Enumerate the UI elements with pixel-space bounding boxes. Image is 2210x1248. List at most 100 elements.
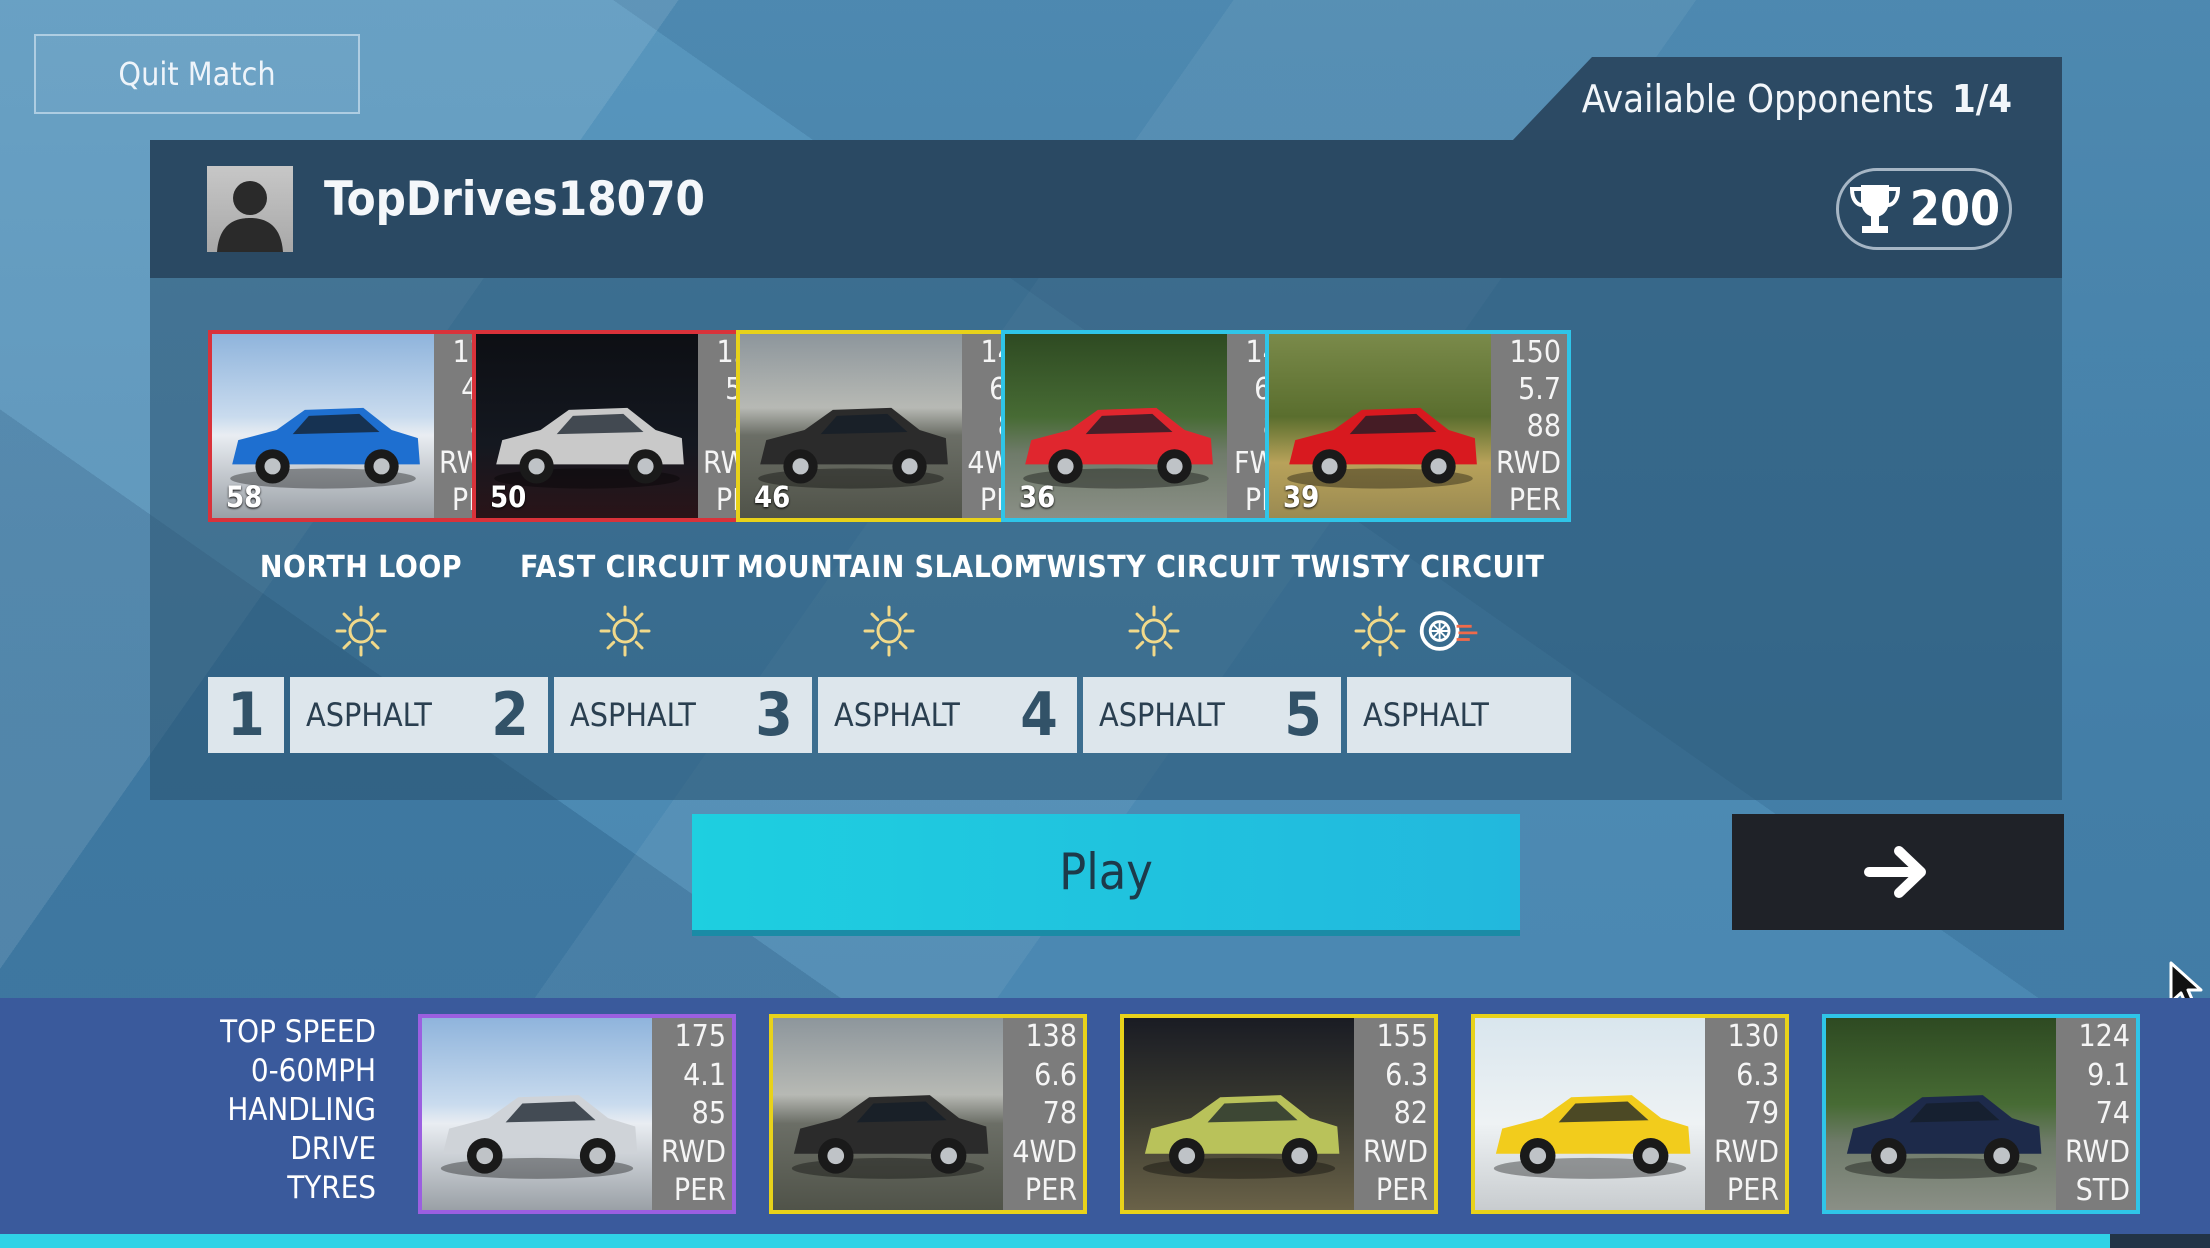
trophy-count: 200 bbox=[1909, 181, 2001, 237]
available-opponents-tab: Available Opponents 1/4 bbox=[1512, 57, 2062, 141]
trophy-badge: 200 bbox=[1836, 168, 2012, 250]
car-card[interactable]: 1426.1814WDPER46 bbox=[736, 330, 1042, 522]
sun-icon bbox=[863, 605, 915, 657]
hand-card-slot: 155 6.3 82 RWD PER bbox=[1120, 1014, 1438, 1214]
car-card[interactable]: 138 6.6 78 4WD PER bbox=[769, 1014, 1087, 1214]
race-number: 3 bbox=[736, 677, 812, 753]
car-stat: 124 bbox=[2078, 1019, 2130, 1054]
sun-icon bbox=[1354, 605, 1406, 657]
car-stats: 124 9.1 74 RWD STD bbox=[2056, 1018, 2136, 1210]
tyre-icon bbox=[1419, 611, 1478, 651]
car-image bbox=[773, 1018, 1003, 1210]
track-name: TWISTY CIRCUIT bbox=[1027, 550, 1281, 585]
car-card[interactable]: 124 9.1 74 RWD STD bbox=[1822, 1014, 2140, 1214]
track-name: NORTH LOOP bbox=[259, 550, 463, 585]
car-stat: 5.7 bbox=[1518, 372, 1561, 407]
car-stats: 175 4.1 85 RWD PER bbox=[652, 1018, 732, 1210]
next-button[interactable] bbox=[1732, 814, 2064, 930]
car-silhouette bbox=[1493, 1095, 1691, 1179]
car-image bbox=[422, 1018, 652, 1210]
sun-icon bbox=[1128, 605, 1180, 657]
hand-card-slot: 124 9.1 74 RWD STD bbox=[1822, 1014, 2140, 1214]
legend-handling: HANDLING bbox=[227, 1092, 376, 1128]
car-stat: 74 bbox=[2095, 1096, 2130, 1131]
legend-0-60: 0-60MPH bbox=[250, 1053, 376, 1089]
car-silhouette bbox=[1142, 1095, 1340, 1179]
car-silhouette bbox=[440, 1095, 638, 1179]
car-stat: 130 bbox=[1727, 1019, 1779, 1054]
race-surface: 1 ASPHALT bbox=[208, 677, 514, 753]
car-stats: 155 6.3 82 RWD PER bbox=[1354, 1018, 1434, 1210]
hand-progress-strip bbox=[0, 1234, 2110, 1248]
car-stat: PER bbox=[1726, 1173, 1779, 1208]
car-stat: 138 bbox=[1025, 1019, 1077, 1054]
car-rq: 46 bbox=[754, 480, 791, 514]
car-card[interactable]: 175 4.1 85 RWD PER bbox=[418, 1014, 736, 1214]
car-stat: RWD bbox=[660, 1134, 726, 1170]
car-card[interactable]: 155 6.3 82 RWD PER bbox=[1120, 1014, 1438, 1214]
available-opponents-label: Available Opponents bbox=[1581, 77, 1934, 121]
car-stats: 130 6.3 79 RWD PER bbox=[1705, 1018, 1785, 1210]
race-conditions bbox=[1265, 599, 1571, 663]
car-stat: PER bbox=[673, 1173, 726, 1208]
car-card[interactable]: 1734.286RWDPER58 bbox=[208, 330, 514, 522]
arrow-right-icon bbox=[1864, 846, 1926, 898]
available-opponents-count: 1/4 bbox=[1951, 77, 2012, 121]
car-stat: RWD bbox=[1713, 1134, 1779, 1170]
car-stat: 4WD bbox=[1012, 1134, 1077, 1170]
race-surface: 2 ASPHALT bbox=[472, 677, 778, 753]
hand-card-slot: 130 6.3 79 RWD PER bbox=[1471, 1014, 1789, 1214]
track-name: MOUNTAIN SLALOM bbox=[736, 550, 1042, 585]
car-stat: 175 bbox=[674, 1019, 726, 1054]
car-image bbox=[1826, 1018, 2056, 1210]
race-slot: 1734.286RWDPER58 NORTH LOOP 1ASPHALT bbox=[208, 330, 514, 753]
car-image bbox=[1124, 1018, 1354, 1210]
car-stats: 150 5.7 88 RWD PER bbox=[1491, 334, 1567, 518]
car-stat: 155 bbox=[1376, 1019, 1428, 1054]
car-stat: RWD bbox=[1362, 1134, 1428, 1170]
race-number: 5 bbox=[1265, 677, 1341, 753]
race-number: 2 bbox=[472, 677, 548, 753]
play-button[interactable]: Play bbox=[692, 814, 1520, 930]
race-slot: 150 5.7 88 RWD PER 39 TWISTY CIRCUIT 5 ASPHALT bbox=[1265, 330, 1571, 753]
race-conditions bbox=[472, 599, 778, 663]
sun-icon bbox=[335, 605, 387, 657]
car-stat: PER bbox=[1375, 1173, 1428, 1208]
car-card[interactable]: 150 5.7 88 RWD PER 39 bbox=[1265, 330, 1571, 522]
car-rq: 39 bbox=[1283, 480, 1320, 514]
car-stat: 85 bbox=[691, 1096, 726, 1131]
race-surface: 4 ASPHALT bbox=[1001, 677, 1307, 753]
car-silhouette bbox=[791, 1095, 989, 1179]
opponent-header: TopDrives18070 200 bbox=[150, 140, 2062, 278]
car-stat: 6.3 bbox=[1385, 1057, 1428, 1093]
avatar bbox=[207, 166, 293, 252]
avatar-silhouette-icon bbox=[217, 181, 283, 252]
race-slot: 1486.084FWDPER36 TWISTY CIRCUIT 4ASPHALT bbox=[1001, 330, 1307, 753]
race-surface: 3 ASPHALT bbox=[736, 677, 1042, 753]
quit-match-button[interactable]: Quit Match bbox=[34, 34, 360, 114]
legend-top-speed: TOP SPEED bbox=[220, 1014, 376, 1050]
car-rq: 58 bbox=[226, 480, 263, 514]
track-name: FAST CIRCUIT bbox=[520, 550, 730, 585]
opponent-username: TopDrives18070 bbox=[324, 172, 705, 227]
car-stat: 79 bbox=[1744, 1096, 1779, 1131]
opponent-panel: TopDrives18070 200 1734.286RWDPER58 NORTH… bbox=[150, 140, 2062, 800]
car-stat: 4.1 bbox=[683, 1057, 726, 1093]
track-name: TWISTY CIRCUIT bbox=[1291, 550, 1545, 585]
car-stat: 88 bbox=[1526, 409, 1561, 444]
car-stat: 82 bbox=[1393, 1096, 1428, 1131]
car-card[interactable]: 1585.185RWDPER50 bbox=[472, 330, 778, 522]
car-card[interactable]: 1486.084FWDPER36 bbox=[1001, 330, 1307, 522]
race-surface: 5 ASPHALT bbox=[1265, 677, 1571, 753]
race-conditions bbox=[1001, 599, 1307, 663]
sun-icon bbox=[599, 605, 651, 657]
hand-card-slot: 175 4.1 85 RWD PER bbox=[418, 1014, 736, 1214]
car-stat: 78 bbox=[1042, 1096, 1077, 1131]
car-stat: PER bbox=[1508, 483, 1561, 518]
car-stats: 138 6.6 78 4WD PER bbox=[1003, 1018, 1083, 1210]
legend-drive: DRIVE bbox=[290, 1131, 376, 1167]
race-conditions bbox=[736, 599, 1042, 663]
car-stat: RWD bbox=[1495, 446, 1561, 481]
car-card[interactable]: 130 6.3 79 RWD PER bbox=[1471, 1014, 1789, 1214]
car-image bbox=[1475, 1018, 1705, 1210]
